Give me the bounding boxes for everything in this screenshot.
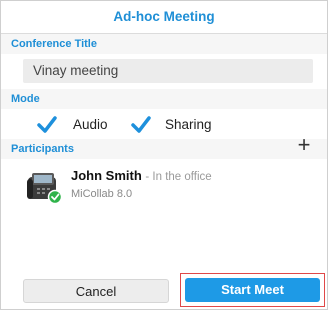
mode-section	[1, 89, 327, 109]
participant-name-line: John Smith - In the office	[71, 168, 212, 183]
participant-list-item[interactable]: John Smith - In the office MiCollab 8.0	[1, 165, 327, 209]
sharing-checkbox-check-icon[interactable]	[131, 116, 151, 134]
ad-hoc-meeting-dialog: Ad-hoc Meeting Conference Title Vinay me…	[0, 0, 328, 310]
conference-title-label: Conference Title	[11, 38, 97, 50]
participants-label: Participants	[11, 143, 74, 155]
audio-checkbox-check-icon[interactable]	[37, 116, 57, 134]
desk-phone-avatar-icon	[27, 173, 63, 205]
add-participant-plus-icon[interactable]: +	[295, 134, 313, 156]
dialog-title: Ad-hoc Meeting	[1, 1, 327, 34]
conference-title-input[interactable]: Vinay meeting	[23, 59, 313, 83]
audio-option-label[interactable]: Audio	[73, 116, 108, 134]
sharing-option-label[interactable]: Sharing	[165, 116, 212, 134]
mode-options: Audio Sharing	[1, 113, 327, 137]
participant-name: John Smith	[71, 168, 142, 183]
mode-label: Mode	[11, 93, 40, 105]
start-meet-button[interactable]: Start Meet	[185, 278, 320, 302]
cancel-button[interactable]: Cancel	[23, 279, 169, 303]
start-meet-highlight: Start Meet	[180, 273, 325, 307]
participant-app: MiCollab 8.0	[71, 188, 133, 200]
participant-status: - In the office	[145, 171, 212, 183]
